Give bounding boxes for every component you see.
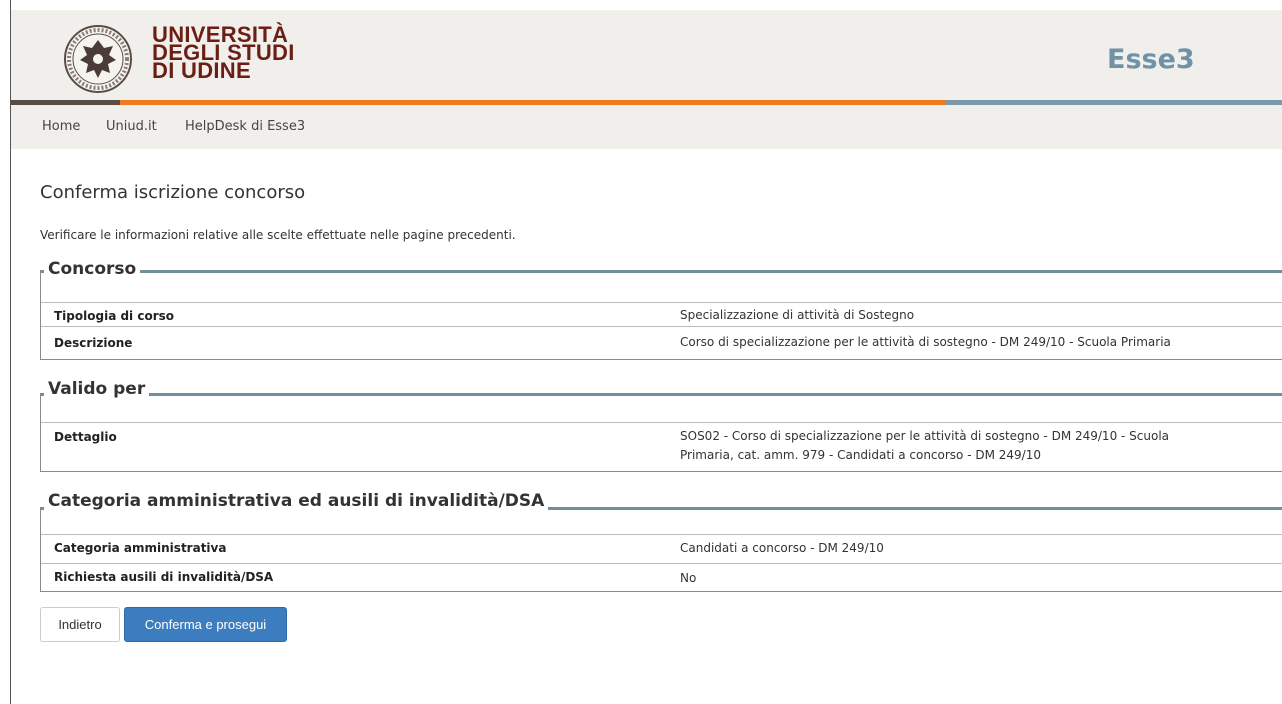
confirm-button[interactable]: Conferma e prosegui	[124, 607, 287, 642]
nav-link-home[interactable]: Home	[42, 119, 80, 134]
section-bar	[40, 270, 1282, 273]
table-row: Dettaglio SOS02 - Corso di specializzazi…	[41, 422, 1282, 472]
field-label: Richiesta ausili di invalidità/DSA	[54, 570, 274, 584]
field-label: Descrizione	[54, 336, 133, 350]
field-value-line: Primaria, cat. amm. 979 - Candidati a co…	[680, 448, 1041, 462]
nav-link-uniud[interactable]: Uniud.it	[106, 119, 157, 134]
field-value: No	[680, 571, 697, 585]
field-label: Categoria amministrativa	[54, 541, 227, 555]
table-row: Richiesta ausili di invalidità/DSA No	[41, 563, 1282, 592]
section-legend: Concorso	[44, 259, 141, 279]
table-row: Descrizione Corso di specializzazione pe…	[41, 326, 1282, 360]
intro-text: Verificare le informazioni relative alle…	[40, 228, 516, 242]
section-legend: Valido per	[44, 379, 150, 399]
page-title: Conferma iscrizione concorso	[40, 182, 306, 203]
university-seal-icon	[64, 25, 132, 93]
field-value: Candidati a concorso - DM 249/10	[680, 541, 884, 555]
top-navigation: Home Uniud.it HelpDesk di Esse3	[11, 105, 1282, 149]
section-legend: Categoria amministrativa ed ausili di in…	[44, 491, 549, 511]
field-value: Specializzazione di attività di Sostegno	[680, 308, 915, 322]
section-categoria: Categoria amministrativa ed ausili di in…	[40, 489, 1282, 592]
section-valido-per: Valido per Dettaglio SOS02 - Corso di sp…	[40, 377, 1282, 472]
field-label: Dettaglio	[54, 430, 117, 444]
section-concorso: Concorso Tipologia di corso Specializzaz…	[40, 258, 1282, 360]
field-value-line: SOS02 - Corso di specializzazione per le…	[680, 429, 1170, 443]
university-logo-text[interactable]: UNIVERSITÀ DEGLI STUDI DI UDINE	[152, 24, 295, 82]
site-header: UNIVERSITÀ DEGLI STUDI DI UDINE Esse3	[11, 10, 1282, 103]
section-bar	[40, 393, 1282, 396]
back-button[interactable]: Indietro	[40, 607, 120, 642]
field-value: Corso di specializzazione per le attivit…	[680, 335, 1171, 349]
app-name: Esse3	[1107, 44, 1195, 75]
table-row: Categoria amministrativa Candidati a con…	[41, 534, 1282, 564]
field-label: Tipologia di corso	[54, 309, 175, 323]
field-value: SOS02 - Corso di specializzazione per le…	[680, 427, 1169, 465]
nav-link-helpdesk[interactable]: HelpDesk di Esse3	[185, 119, 305, 134]
table-row: Tipologia di corso Specializzazione di a…	[41, 302, 1282, 327]
